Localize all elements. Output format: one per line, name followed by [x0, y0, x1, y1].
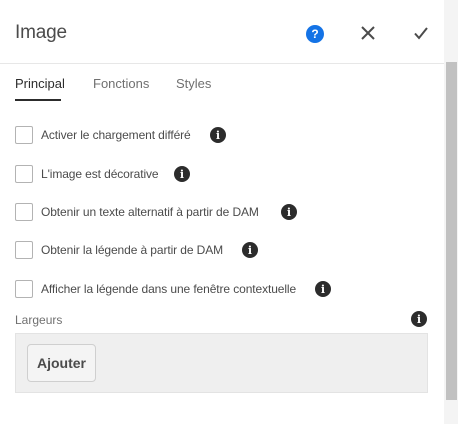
close-icon[interactable] — [359, 24, 377, 42]
image-dialog: Image ? Principal Fonctions Styles Activ… — [0, 0, 444, 424]
widths-multifield: Ajouter — [15, 333, 428, 393]
caption-popup-checkbox[interactable] — [15, 280, 33, 298]
checkmark-icon[interactable] — [412, 24, 430, 42]
help-icon[interactable]: ? — [306, 25, 324, 43]
info-icon[interactable]: i — [210, 127, 226, 143]
info-icon[interactable]: i — [281, 204, 297, 220]
dialog-title: Image — [15, 22, 67, 43]
widths-label: Largeurs — [15, 313, 63, 327]
tab-principal[interactable]: Principal — [15, 76, 65, 91]
option-label: Obtenir la légende à partir de DAM — [41, 243, 224, 257]
active-tab-indicator — [15, 99, 61, 101]
alt-from-dam-checkbox[interactable] — [15, 203, 33, 221]
option-label: Obtenir un texte alternatif à partir de … — [41, 205, 259, 219]
option-label: Afficher la légende dans une fenêtre con… — [41, 282, 297, 296]
scrollbar-thumb[interactable] — [446, 62, 457, 400]
tab-fonctions[interactable]: Fonctions — [93, 76, 149, 91]
tab-styles[interactable]: Styles — [176, 76, 211, 91]
info-icon[interactable]: i — [174, 166, 190, 182]
lazy-loading-checkbox[interactable] — [15, 126, 33, 144]
caption-from-dam-checkbox[interactable] — [15, 241, 33, 259]
info-icon[interactable]: i — [315, 281, 331, 297]
scrollbar[interactable] — [444, 0, 458, 424]
option-label: Activer le chargement différé — [41, 128, 191, 142]
info-icon[interactable]: i — [242, 242, 258, 258]
add-button[interactable]: Ajouter — [27, 344, 96, 382]
option-label: L'image est décorative — [41, 167, 159, 181]
decorative-checkbox[interactable] — [15, 165, 33, 183]
info-icon[interactable]: i — [411, 311, 427, 327]
dialog-header: Image ? — [0, 0, 444, 64]
